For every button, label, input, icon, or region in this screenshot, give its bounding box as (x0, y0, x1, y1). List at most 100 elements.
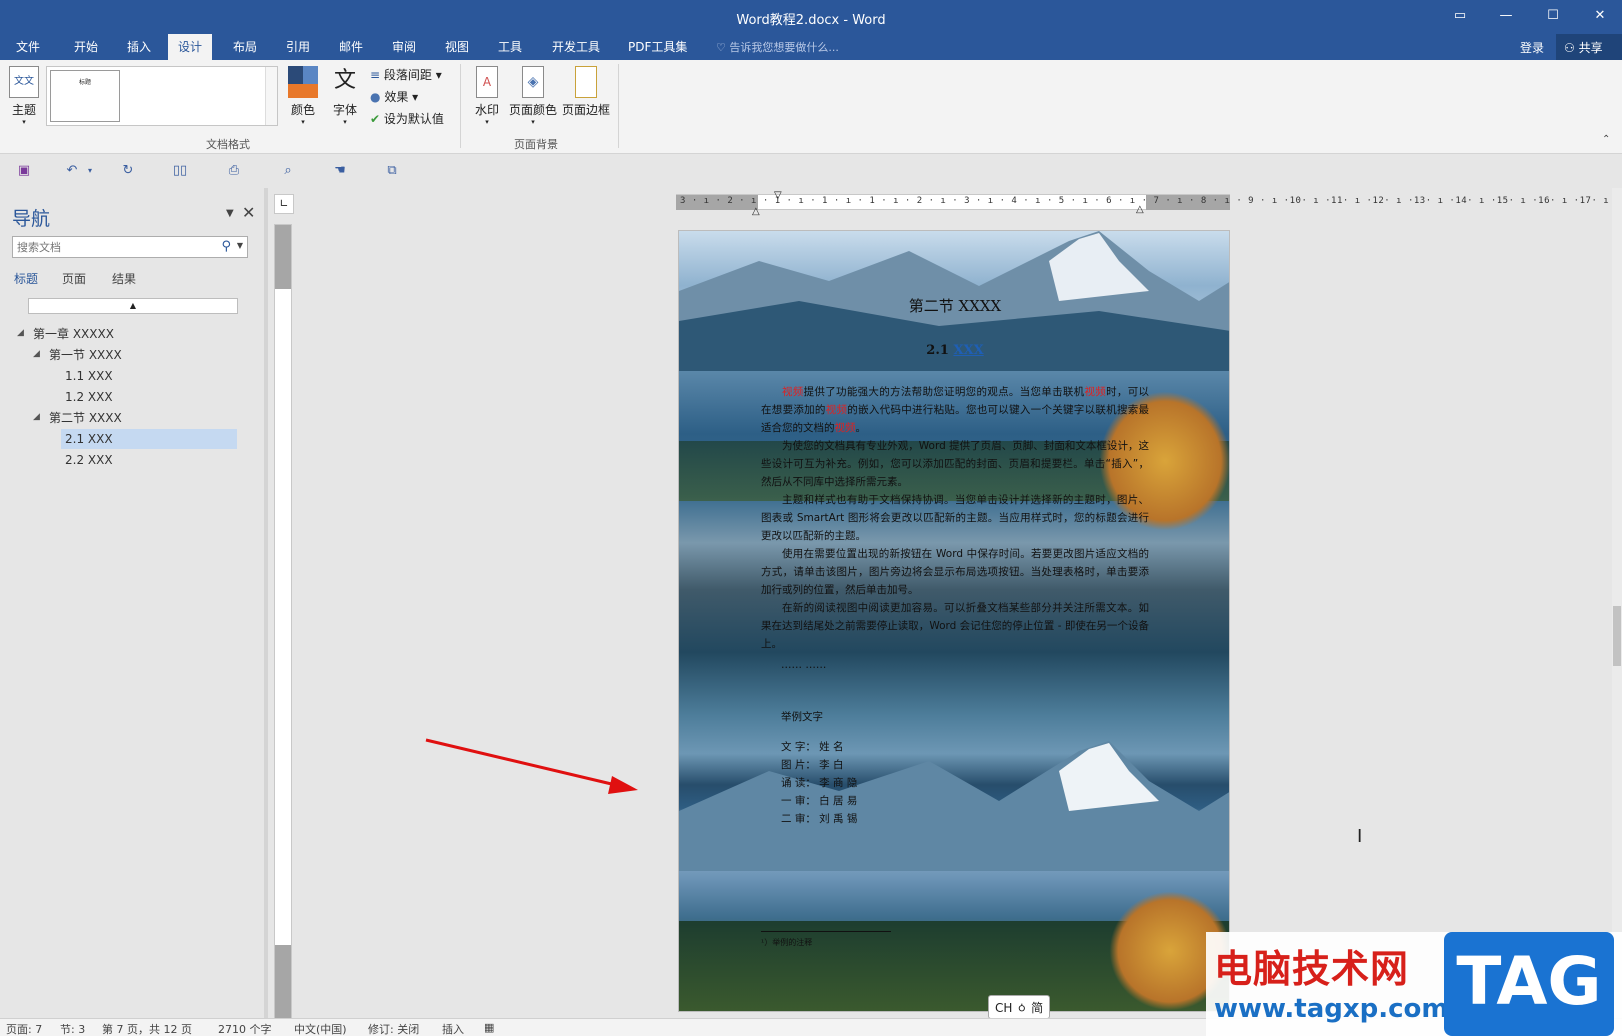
nav-heading-item[interactable]: 1.2 XXX (61, 387, 113, 407)
tab-file[interactable]: 文件 (16, 38, 40, 55)
status-page-count[interactable]: 第 7 页，共 12 页 (102, 1021, 192, 1036)
print-preview-icon[interactable]: ⎙ (226, 164, 242, 178)
nav-title: 导航 (12, 208, 51, 230)
watermark-button[interactable]: A 水印 ▾ (470, 66, 504, 126)
paragraph-spacing-label: 段落间距 (383, 68, 432, 82)
ribbon-display-icon[interactable]: ▭ (1450, 6, 1470, 26)
gallery-scrollbar[interactable] (265, 67, 277, 125)
nav-heading-item[interactable]: 第一节 XXXX (45, 345, 122, 365)
nav-heading-item[interactable]: 第二节 XXXX (45, 408, 122, 428)
watermark-tag-logo: TAG (1444, 932, 1614, 1036)
tab-selector-icon[interactable]: ∟ (274, 194, 294, 214)
tab-layout[interactable]: 布局 (233, 38, 257, 55)
nav-search-box[interactable]: ⚲ ▼ (12, 236, 248, 258)
paragraph: 在新的阅读视图中阅读更加容易。可以折叠文档某些部分并关注所需文本。如果在达到结尾… (761, 602, 1149, 650)
close-button[interactable]: ✕ (1590, 6, 1610, 26)
set-as-default-button[interactable]: ✔ 设为默认值 (370, 110, 444, 127)
effects-icon: ● (370, 90, 381, 104)
collapse-ribbon-icon[interactable]: ⌃ (1602, 134, 1610, 145)
paragraph-spacing-icon: ≡ (370, 68, 381, 82)
search-icon[interactable]: ⚲ (221, 239, 231, 254)
text-run: 提供了功能强大的方法帮助您证明您的观点。当您单击联机 (803, 386, 1085, 398)
nav-heading-item[interactable]: 第一章 XXXXX (29, 324, 114, 344)
left-indent-icon[interactable]: △ (752, 206, 760, 217)
login-link[interactable]: 登录 (1520, 39, 1544, 56)
check-icon: ✔ (370, 112, 381, 126)
status-insert-mode[interactable]: 插入 (442, 1021, 464, 1036)
tab-references[interactable]: 引用 (286, 38, 310, 55)
status-word-count[interactable]: 2710 个字 (218, 1021, 272, 1036)
first-line-indent-icon[interactable]: ▽ (774, 190, 782, 201)
highlight-word: 视频 (782, 386, 804, 398)
nav-scroll-top-button[interactable]: ▲ (28, 298, 238, 314)
status-track-changes[interactable]: 修订: 关闭 (368, 1021, 419, 1036)
tab-home[interactable]: 开始 (74, 38, 98, 55)
nav-heading-item-selected[interactable]: 2.1 XXX (61, 429, 237, 449)
nav-heading-item[interactable]: 2.2 XXX (61, 450, 113, 470)
touch-mode-icon[interactable]: ☚ (332, 164, 348, 178)
effects-button[interactable]: ● 效果 ▾ (370, 88, 418, 105)
nav-tab-pages[interactable]: 页面 (62, 270, 86, 287)
status-page[interactable]: 页面: 7 (6, 1021, 42, 1036)
tell-me-search[interactable]: ♡ 告诉我您想要做什么... (716, 39, 839, 55)
read-mode-icon[interactable]: ▯▯ (172, 164, 188, 178)
subsection-link[interactable]: XXX (953, 343, 983, 358)
tab-developer[interactable]: 开发工具 (552, 38, 600, 55)
tab-mailings[interactable]: 邮件 (339, 38, 363, 55)
status-section[interactable]: 节: 3 (60, 1021, 85, 1036)
style-set-gallery[interactable]: 标题 (46, 66, 278, 126)
tab-review[interactable]: 审阅 (392, 38, 416, 55)
colors-button[interactable]: 颜色 ▾ (286, 66, 320, 126)
colors-label: 颜色 (290, 103, 315, 117)
save-icon[interactable]: ▣ (16, 164, 32, 178)
layout-icon[interactable]: ⧉ (384, 164, 400, 178)
nav-options-icon[interactable]: ▼ (226, 208, 234, 219)
page-color-button[interactable]: ◈ 页面颜色 ▾ (508, 66, 558, 126)
page-borders-button[interactable]: 页面边框 (560, 66, 612, 118)
repeat-icon[interactable]: ↻ (120, 164, 136, 178)
style-set-thumbnail[interactable]: 标题 (50, 70, 120, 122)
fonts-icon: 文 (333, 68, 356, 93)
tab-design[interactable]: 设计 (168, 34, 213, 60)
credit-line: 文 字： 姓 名 (781, 741, 844, 753)
undo-icon[interactable]: ↶ (64, 164, 80, 178)
collapse-triangle-icon[interactable]: ◢ (17, 328, 24, 338)
paragraph-spacing-button[interactable]: ≡ 段落间距 ▾ (370, 66, 442, 83)
minimize-button[interactable]: — (1496, 6, 1516, 26)
macro-record-icon[interactable]: ▦ (484, 1021, 494, 1034)
fonts-button[interactable]: 文 字体 ▾ (328, 66, 362, 126)
right-indent-icon[interactable]: △ (1136, 204, 1144, 215)
ribbon-separator (460, 64, 461, 148)
status-language[interactable]: 中文(中国) (294, 1021, 347, 1036)
pane-splitter[interactable] (264, 188, 268, 1018)
nav-close-icon[interactable]: ✕ (242, 203, 255, 222)
tab-insert[interactable]: 插入 (127, 38, 151, 55)
share-button[interactable]: ⚇ 共享 (1556, 34, 1622, 60)
scroll-thumb[interactable] (1613, 606, 1621, 666)
tell-me-label: 告诉我您想要做什么... (729, 41, 839, 54)
tab-view[interactable]: 视图 (445, 38, 469, 55)
undo-dropdown-icon[interactable]: ▾ (82, 164, 98, 178)
red-arrow-annotation (425, 738, 638, 794)
vertical-scrollbar[interactable] (1612, 188, 1622, 1018)
tab-pdf-tools[interactable]: PDF工具集 (628, 38, 687, 55)
ime-indicator[interactable]: CH ㆁ 简 (988, 995, 1051, 1019)
quick-access-toolbar: ▣ ↶ ▾ ↻ ▯▯ ⎙ ⌕ ☚ ⧉ (0, 154, 1622, 188)
set-as-default-label: 设为默认值 (383, 112, 444, 126)
group-label-page-background: 页面背景 (514, 138, 558, 151)
credit-line: 二 审： 刘 禹 锡 (781, 813, 858, 825)
nav-heading-item[interactable]: 1.1 XXX (61, 366, 113, 386)
nav-tab-results[interactable]: 结果 (112, 270, 136, 287)
credit-line: 一 审： 白 居 易 (781, 795, 858, 807)
tab-tools[interactable]: 工具 (498, 38, 522, 55)
theme-button[interactable]: 文文 主题 ▾ (8, 66, 40, 126)
search-dropdown-icon[interactable]: ▼ (237, 241, 243, 250)
nav-tab-headings[interactable]: 标题 (14, 270, 38, 287)
maximize-button[interactable]: ☐ (1543, 6, 1563, 26)
zoom-page-icon[interactable]: ⌕ (280, 164, 296, 178)
document-page[interactable]: 第二节 XXXX 2.1 XXX 视频提供了功能强大的方法帮助您证明您的观点。当… (678, 230, 1230, 1012)
vertical-ruler[interactable] (274, 224, 292, 1019)
collapse-triangle-icon[interactable]: ◢ (33, 349, 40, 359)
collapse-triangle-icon[interactable]: ◢ (33, 412, 40, 422)
nav-search-input[interactable] (13, 237, 203, 257)
